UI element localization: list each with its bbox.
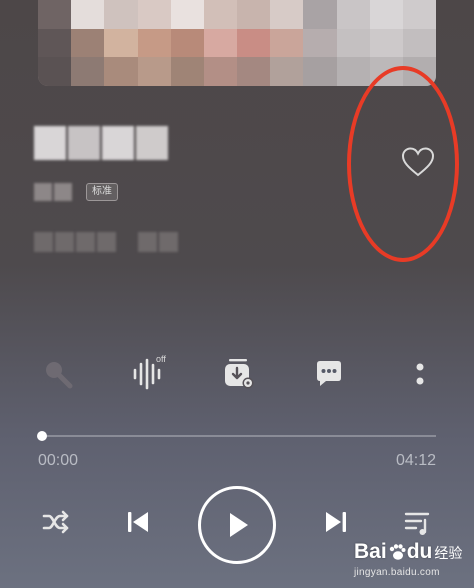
skip-previous-icon [128, 512, 148, 532]
sound-effect-off-label: off [156, 354, 166, 364]
song-artist [34, 183, 72, 201]
shuffle-icon [42, 510, 69, 534]
karaoke-button[interactable] [38, 354, 78, 394]
download-icon [225, 359, 254, 389]
previous-button[interactable] [116, 500, 160, 544]
watermark-brand: Bai [354, 540, 387, 563]
skip-next-icon [326, 512, 346, 532]
progress-thumb[interactable] [37, 431, 47, 441]
shuffle-button[interactable] [34, 500, 78, 544]
comment-icon [317, 361, 341, 386]
play-icon [230, 513, 248, 537]
song-meta [34, 232, 178, 252]
microphone-icon [46, 362, 73, 389]
more-vertical-icon [416, 363, 424, 385]
download-button[interactable] [218, 354, 258, 394]
annotation-circle [347, 66, 459, 262]
baidu-watermark: Bai du 经验 jingyan.baidu.com [354, 540, 470, 586]
song-title [34, 126, 168, 160]
quality-badge[interactable]: 标准 [86, 183, 118, 201]
more-button[interactable] [400, 354, 440, 394]
playlist-button[interactable] [396, 500, 440, 544]
current-time: 00:00 [38, 452, 79, 469]
paw-icon [388, 543, 406, 566]
next-button[interactable] [314, 500, 358, 544]
album-art [38, 0, 436, 86]
playlist-icon [404, 512, 430, 535]
total-time: 04:12 [395, 452, 436, 469]
watermark-brand2: du [406, 540, 433, 563]
progress-track[interactable] [42, 435, 436, 437]
comments-button[interactable] [309, 354, 349, 394]
play-button[interactable] [198, 486, 276, 564]
watermark-suffix: 经验 [434, 545, 463, 561]
watermark-url: jingyan.baidu.com [354, 567, 440, 578]
